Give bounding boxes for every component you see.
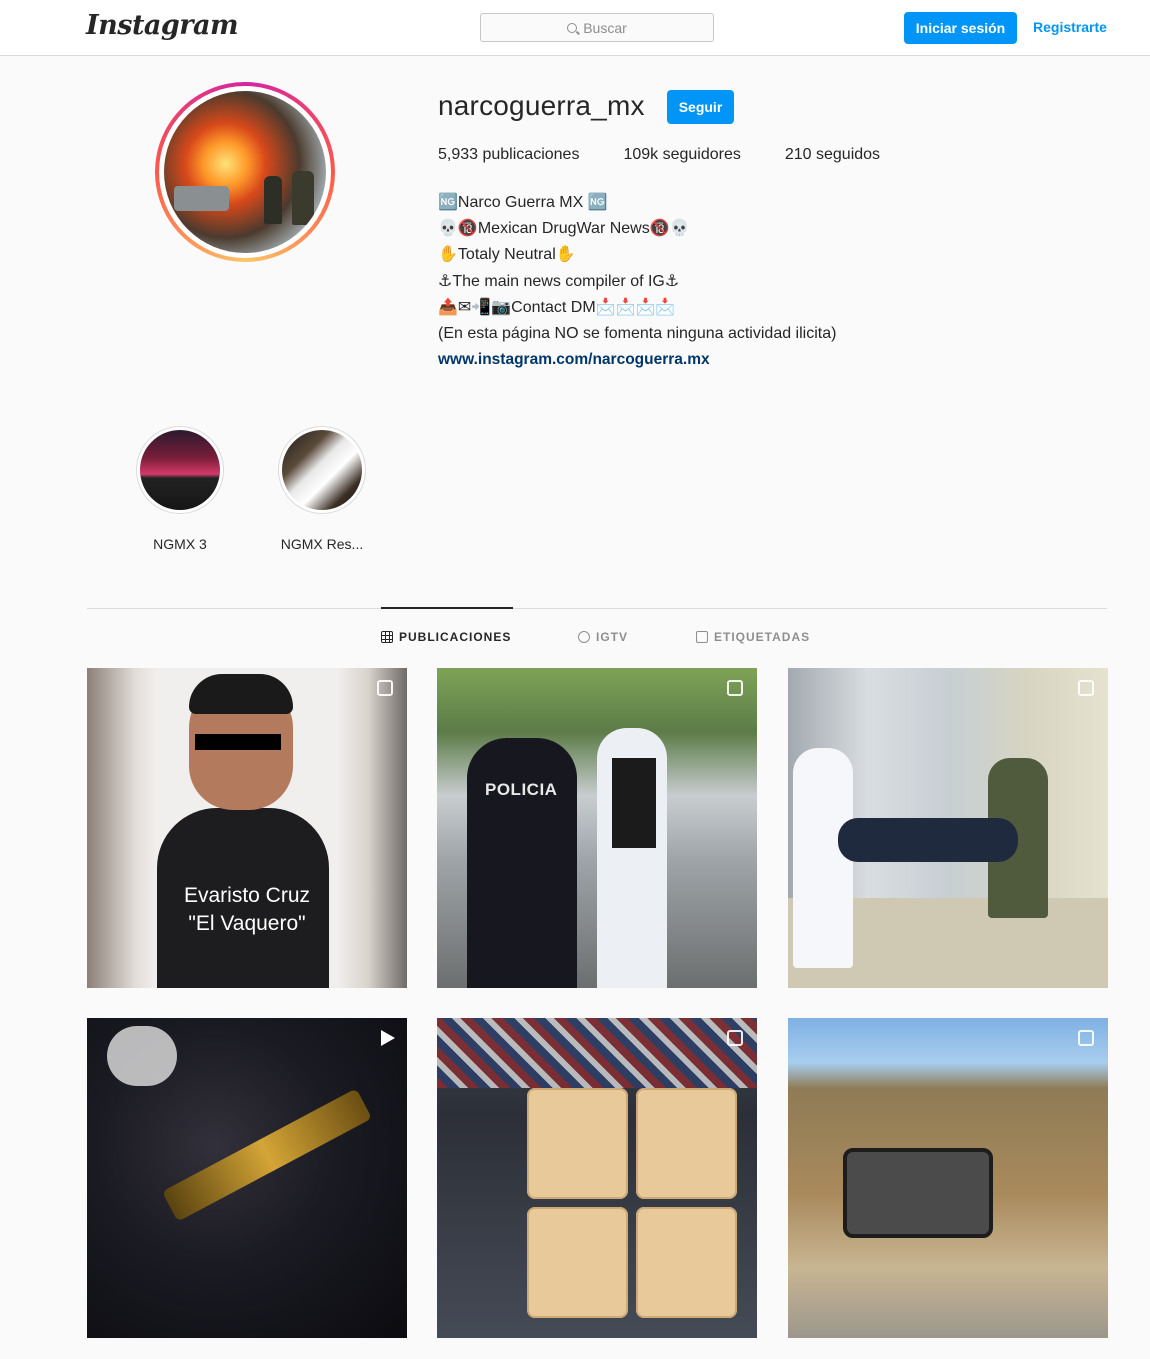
avatar-image — [164, 91, 326, 253]
highlight-cover-image — [140, 430, 220, 510]
login-button[interactable]: Iniciar sesión — [904, 12, 1017, 44]
profile-username: narcoguerra_mx — [438, 90, 645, 121]
profile-bio: 🆖Narco Guerra MX 🆖 💀🔞Mexican DrugWar New… — [438, 190, 836, 373]
post-thumbnail[interactable] — [437, 1018, 757, 1338]
post-thumbnail[interactable] — [87, 1018, 407, 1338]
censor-bar — [195, 734, 281, 750]
bio-line: 💀🔞Mexican DrugWar News🔞💀 — [438, 220, 690, 238]
highlight-label: NGMX Res... — [280, 536, 364, 552]
igtv-icon — [578, 631, 590, 643]
signup-link[interactable]: Registrarte — [1033, 19, 1107, 35]
post-thumbnail[interactable]: Evaristo Cruz "El Vaquero" — [87, 668, 407, 988]
video-icon — [381, 1030, 395, 1046]
multiple-icon — [727, 1030, 743, 1046]
highlight-ngmx-res[interactable]: NGMX Res... — [272, 426, 372, 552]
followers-count[interactable]: 109k seguidores — [623, 146, 740, 164]
search-placeholder: Buscar — [583, 19, 627, 36]
active-tab-indicator — [381, 607, 513, 609]
bio-line: ⚓The main news compiler of IG⚓ — [438, 272, 680, 290]
bio-line: 🆖Narco Guerra MX 🆖 — [438, 194, 608, 211]
multiple-icon — [727, 680, 743, 696]
bio-line: ✋Totaly Neutral✋ — [438, 246, 576, 264]
following-count[interactable]: 210 seguidos — [785, 146, 880, 164]
follow-button[interactable]: Seguir — [667, 90, 734, 124]
bio-website-link[interactable]: www.instagram.com/narcoguerra.mx — [438, 347, 836, 373]
search-icon — [567, 22, 578, 33]
instagram-logo[interactable]: Instagram — [86, 10, 239, 41]
post-thumbnail[interactable]: POLICIA — [437, 668, 757, 988]
multiple-icon — [1078, 1030, 1094, 1046]
bio-line: (En esta página NO se fomenta ninguna ac… — [438, 325, 837, 343]
grid-icon — [381, 631, 393, 643]
highlight-ngmx-3[interactable]: NGMX 3 — [130, 426, 230, 552]
tabs-divider — [87, 608, 1107, 609]
highlight-cover-image — [282, 430, 362, 510]
posts-count: 5,933 publicaciones — [438, 146, 580, 163]
multiple-icon — [377, 680, 393, 696]
tab-label: ETIQUETADAS — [714, 630, 811, 644]
multiple-icon — [1078, 680, 1094, 696]
tab-publicaciones[interactable]: PUBLICACIONES — [381, 630, 511, 644]
tagged-icon — [696, 631, 708, 643]
tab-igtv[interactable]: IGTV — [578, 630, 628, 644]
post-thumbnail[interactable] — [788, 1018, 1108, 1338]
tab-label: IGTV — [596, 630, 629, 644]
bio-line: 📤✉📲📷Contact DM📩📩📩📩 — [438, 298, 676, 316]
top-navigation-bar: Instagram Buscar Iniciar sesión Registra… — [0, 0, 1150, 56]
post-overlay-text: POLICIA — [485, 780, 558, 799]
post-thumbnail[interactable] — [788, 668, 1108, 988]
tab-etiquetadas[interactable]: ETIQUETADAS — [696, 630, 810, 644]
tab-label: PUBLICACIONES — [399, 630, 512, 644]
profile-stats: 5,933 publicaciones 109k seguidores 210 … — [438, 146, 924, 164]
post-caption-line: Evaristo Cruz — [183, 884, 311, 907]
search-input[interactable]: Buscar — [480, 13, 714, 42]
post-caption-line: "El Vaquero" — [188, 912, 306, 935]
highlight-label: NGMX 3 — [153, 536, 207, 552]
profile-avatar[interactable] — [155, 82, 335, 262]
